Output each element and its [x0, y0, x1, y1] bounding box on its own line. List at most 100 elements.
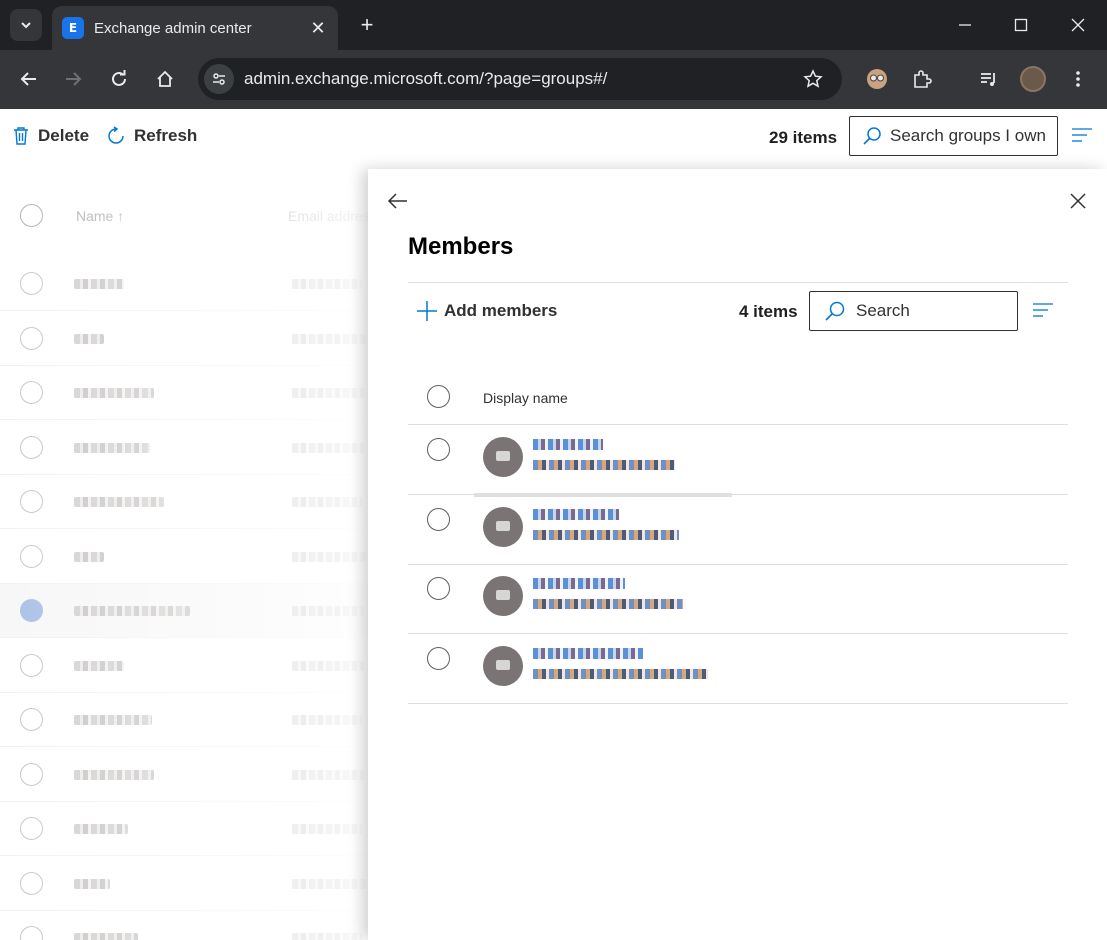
member-email-redacted	[533, 669, 708, 679]
reload-button[interactable]	[104, 64, 134, 94]
group-select-radio[interactable]	[20, 654, 43, 677]
new-tab-button[interactable]: +	[354, 12, 380, 38]
close-icon	[1070, 193, 1086, 209]
group-select-radio[interactable]	[20, 708, 43, 731]
column-header-name[interactable]: Name ↑	[76, 208, 124, 224]
member-select-radio[interactable]	[427, 438, 450, 461]
add-members-label: Add members	[444, 301, 558, 320]
media-controls-button[interactable]	[974, 64, 1004, 94]
forward-button[interactable]	[58, 64, 88, 94]
minimize-button[interactable]	[952, 12, 978, 38]
group-email-redacted	[292, 715, 362, 725]
browser-tab[interactable]: E Exchange admin center ✕	[52, 6, 338, 50]
group-name-redacted	[74, 933, 138, 940]
group-select-radio[interactable]	[20, 763, 43, 786]
group-name-redacted	[74, 443, 150, 453]
panel-title: Members	[408, 233, 514, 260]
puzzle-icon	[914, 70, 932, 88]
group-row[interactable]	[0, 475, 370, 529]
arrow-left-icon	[20, 72, 36, 86]
group-email-redacted	[292, 824, 362, 834]
group-select-radio[interactable]	[20, 599, 43, 622]
tune-icon	[213, 73, 225, 85]
group-name-redacted	[74, 715, 152, 725]
members-grid-header: Display name	[408, 375, 1068, 425]
group-row[interactable]	[0, 802, 370, 856]
group-select-radio[interactable]	[20, 272, 43, 295]
groups-search-input[interactable]: Search groups I own	[849, 116, 1058, 156]
group-row[interactable]	[0, 421, 370, 475]
column-header-email[interactable]: Email address	[288, 208, 377, 224]
group-row[interactable]	[0, 639, 370, 693]
arrow-left-icon	[387, 193, 407, 209]
add-members-button[interactable]: Add members	[416, 300, 557, 322]
home-button[interactable]	[150, 64, 180, 94]
group-name-redacted	[74, 334, 104, 344]
group-row[interactable]	[0, 911, 370, 940]
delete-button[interactable]: Delete	[12, 126, 89, 146]
group-select-radio[interactable]	[20, 872, 43, 895]
group-row[interactable]	[0, 530, 370, 584]
group-email-redacted	[292, 334, 366, 344]
home-icon	[157, 70, 173, 87]
group-select-radio[interactable]	[20, 545, 43, 568]
minimize-icon	[959, 24, 971, 26]
members-panel: Members Add members 4 items Search Displ…	[368, 169, 1107, 940]
group-select-radio[interactable]	[20, 381, 43, 404]
member-row[interactable]	[408, 425, 1068, 495]
group-select-radio[interactable]	[20, 327, 43, 350]
extension-button[interactable]	[862, 64, 892, 94]
member-select-radio[interactable]	[427, 647, 450, 670]
filter-lines-icon	[1033, 303, 1053, 317]
back-button[interactable]	[14, 64, 44, 94]
refresh-button[interactable]: Refresh	[106, 126, 197, 146]
maximize-button[interactable]	[1008, 12, 1034, 38]
member-avatar	[483, 437, 523, 477]
group-row[interactable]	[0, 857, 370, 911]
group-select-radio[interactable]	[20, 436, 43, 459]
members-search-input[interactable]: Search	[809, 291, 1018, 331]
group-row[interactable]	[0, 257, 370, 311]
group-name-redacted	[74, 388, 154, 398]
member-avatar	[483, 646, 523, 686]
browser-menu-button[interactable]	[1063, 64, 1093, 94]
groups-filter-button[interactable]	[1071, 128, 1093, 147]
member-select-radio[interactable]	[427, 508, 450, 531]
column-header-display-name[interactable]: Display name	[483, 390, 568, 406]
profile-button[interactable]	[1018, 64, 1048, 94]
filter-lines-icon	[1072, 128, 1092, 142]
extensions-button[interactable]	[907, 64, 937, 94]
reload-icon	[112, 70, 126, 86]
member-row[interactable]	[408, 564, 1068, 634]
member-select-radio[interactable]	[427, 577, 450, 600]
group-select-radio[interactable]	[20, 817, 43, 840]
groups-items-count: 29 items	[769, 128, 838, 147]
group-row[interactable]	[0, 584, 370, 638]
group-row[interactable]	[0, 366, 370, 420]
tab-search-button[interactable]	[10, 9, 42, 41]
group-row[interactable]	[0, 748, 370, 802]
member-row[interactable]	[408, 634, 1068, 704]
bookmark-button[interactable]	[798, 69, 828, 89]
delete-label: Delete	[38, 126, 90, 145]
member-name-redacted	[533, 509, 619, 520]
back-button[interactable]	[386, 189, 410, 213]
group-select-radio[interactable]	[20, 926, 43, 940]
members-filter-button[interactable]	[1032, 303, 1054, 322]
group-row[interactable]	[0, 312, 370, 366]
group-row[interactable]	[0, 693, 370, 747]
select-all-radio[interactable]	[20, 204, 43, 227]
address-bar[interactable]: admin.exchange.microsoft.com/?page=group…	[198, 58, 842, 100]
group-name-redacted	[74, 879, 110, 889]
close-panel-button[interactable]	[1066, 189, 1090, 213]
search-icon	[825, 301, 845, 321]
close-window-button[interactable]	[1065, 12, 1091, 38]
site-info-button[interactable]	[204, 64, 234, 94]
star-icon	[803, 69, 823, 88]
group-select-radio[interactable]	[20, 490, 43, 513]
member-row[interactable]	[408, 495, 1068, 565]
browser-tab-bar: E Exchange admin center ✕ +	[0, 0, 1107, 50]
group-name-redacted	[74, 497, 164, 507]
close-tab-icon[interactable]: ✕	[308, 18, 328, 39]
select-all-members-radio[interactable]	[427, 385, 450, 408]
